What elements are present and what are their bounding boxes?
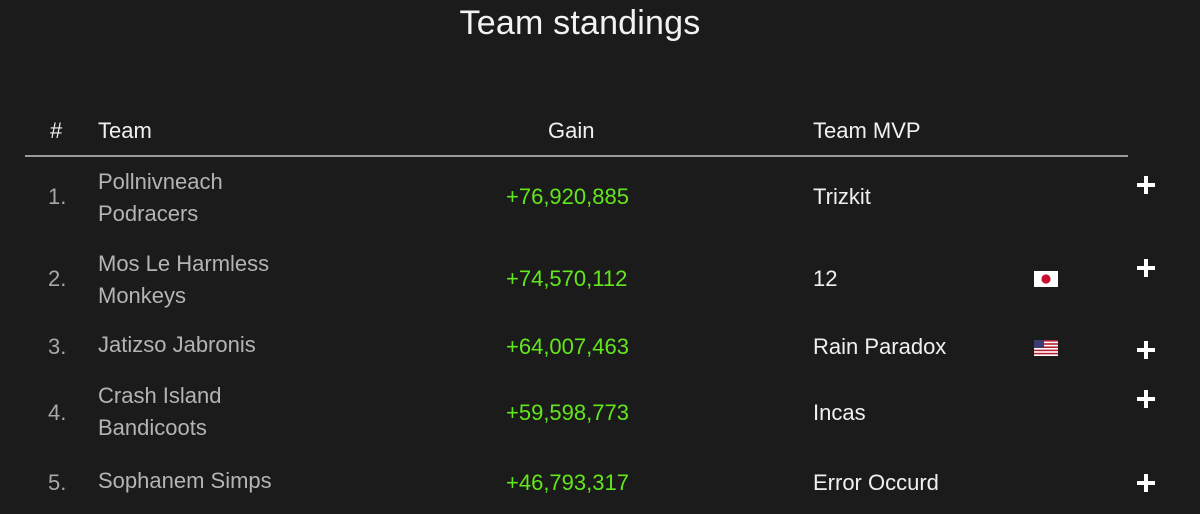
expand-plus-icon[interactable] [1136,175,1156,195]
team-name-cell: Pollnivneach Podracers [98,166,358,230]
table-header: # Team Gain Team MVP [0,115,1200,147]
rank-cell: 3. [48,334,67,359]
table-row: 4. Crash Island Bandicoots +59,598,773 I… [0,374,1200,456]
rank-cell: 5. [48,470,67,495]
expand-plus-icon[interactable] [1136,473,1156,493]
table-row: 5. Sophanem Simps +46,793,317 Error Occu… [0,456,1200,506]
team-name-line: Crash Island [98,383,222,408]
mvp-cell: 12 [813,266,838,291]
rank-cell: 4. [48,400,67,425]
team-name-cell: Crash Island Bandicoots [98,380,358,444]
column-header-team: Team [98,118,152,143]
team-name-line: Bandicoots [98,415,207,440]
header-divider [25,155,1128,157]
usa-flag-icon [1034,340,1058,356]
team-name-line: Monkeys [98,283,187,308]
column-header-rank: # [50,118,63,143]
expand-plus-icon[interactable] [1136,258,1156,278]
table-row: 3. Jatizso Jabronis +64,007,463 Rain Par… [0,324,1200,374]
mvp-cell: Trizkit [813,184,871,209]
japan-flag-icon [1034,271,1058,287]
team-name-cell: Sophanem Simps [98,469,358,493]
team-name-line: Pollnivneach [98,169,223,194]
team-name-cell: Jatizso Jabronis [98,333,358,357]
team-name-line: Sophanem Simps [98,468,272,493]
team-name-cell: Mos Le Harmless Monkeys [98,248,358,312]
team-name-line: Jatizso Jabronis [98,332,256,357]
gain-cell: +76,920,885 [506,184,629,209]
team-name-line: Mos Le Harmless [98,251,270,276]
gain-cell: +74,570,112 [506,266,628,291]
rank-cell: 2. [48,266,67,291]
rank-cell: 1. [48,184,67,209]
mvp-cell: Rain Paradox [813,334,947,359]
column-header-gain: Gain [548,118,595,143]
page-title: Team standings [459,4,701,42]
column-header-mvp: Team MVP [813,118,921,143]
team-name-line: Podracers [98,201,199,226]
table-row: 2. Mos Le Harmless Monkeys +74,570,112 1… [0,242,1200,324]
gain-cell: +64,007,463 [506,334,629,359]
gain-cell: +46,793,317 [506,470,629,495]
mvp-cell: Error Occurd [813,470,939,495]
standings-table: 1. Pollnivneach Podracers +76,920,885 Tr… [0,160,1200,506]
expand-plus-icon[interactable] [1136,340,1156,360]
expand-plus-icon[interactable] [1136,389,1156,409]
table-row: 1. Pollnivneach Podracers +76,920,885 Tr… [0,160,1200,242]
gain-cell: +59,598,773 [506,400,629,425]
mvp-cell: Incas [813,400,866,425]
